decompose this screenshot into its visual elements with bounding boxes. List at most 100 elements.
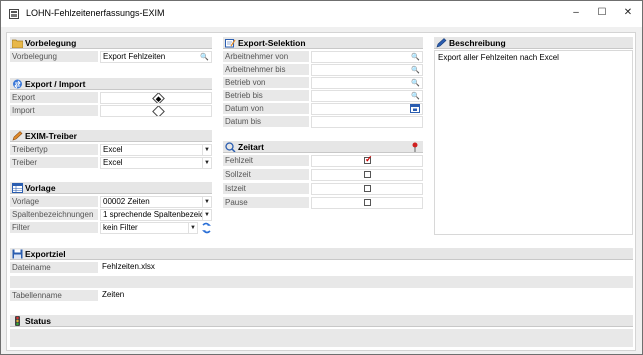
chevron-down-icon[interactable]: ▼ xyxy=(202,158,211,168)
selektion-row: Arbeitnehmer bis 🔍 xyxy=(223,64,423,76)
search-icon[interactable]: 🔍 xyxy=(411,66,420,75)
spaltenbezeichnungen-select[interactable]: 1 sprechende Spaltenbezeid ▼ xyxy=(100,209,212,221)
zeitart-row: Sollzeit xyxy=(223,169,423,181)
filter-label: Filter xyxy=(10,222,98,234)
section-title: Status xyxy=(25,316,51,326)
tabellenname-label: Tabellenname xyxy=(10,290,98,302)
pencil-icon xyxy=(436,38,447,48)
arbeitnehmer-von-field[interactable]: 🔍 xyxy=(311,51,423,63)
transfer-icon xyxy=(13,79,22,89)
tabellenname-value: Zeiten xyxy=(102,290,125,299)
zeitart-row: Pause xyxy=(223,197,423,209)
section-header-exportziel: Exportziel xyxy=(10,247,633,260)
dateiname-value: Fehlzeiten.xlsx xyxy=(102,262,155,271)
pause-checkbox[interactable] xyxy=(364,199,371,206)
minimize-button[interactable]: – xyxy=(568,6,584,20)
treiber-row: Treiber Excel ▼ xyxy=(10,157,212,169)
pin-icon[interactable] xyxy=(411,142,419,152)
export-radio[interactable] xyxy=(152,93,165,103)
fehlzeit-checkbox[interactable] xyxy=(364,156,373,164)
save-icon xyxy=(12,249,23,259)
chevron-down-icon[interactable]: ▼ xyxy=(202,145,211,155)
section-title: Vorlage xyxy=(25,183,56,193)
section-title: Vorbelegung xyxy=(25,38,77,48)
selektion-label: Datum von xyxy=(223,103,309,115)
pencil-icon xyxy=(12,131,23,141)
beschreibung-textarea[interactable]: Export aller Fehlzeiten nach Excel xyxy=(434,50,633,235)
spaltenbezeichnungen-value: 1 sprechende Spaltenbezeid xyxy=(103,210,205,219)
selektion-label: Arbeitnehmer von xyxy=(223,51,309,63)
app-window: LOHN-Fehlzeitenerfassungs-EXIM – ☐ ✕ Vor… xyxy=(0,0,643,355)
pause-field xyxy=(311,197,423,209)
section-title: Export-Selektion xyxy=(238,38,306,48)
calendar-icon[interactable] xyxy=(410,104,420,113)
app-icon xyxy=(9,9,19,19)
search-icon[interactable]: 🔍 xyxy=(411,53,420,62)
spaltenbezeichnungen-row: Spaltenbezeichnungen 1 sprechende Spalte… xyxy=(10,209,212,221)
export-option[interactable] xyxy=(100,92,212,104)
zeitart-label: Istzeit xyxy=(223,183,309,195)
datum-bis-field[interactable] xyxy=(311,116,423,128)
selektion-row: Betrieb bis 🔍 xyxy=(223,90,423,102)
vorlage-value: 00002 Zeiten xyxy=(103,197,150,206)
selektion-row: Datum bis xyxy=(223,116,423,128)
selektion-label: Betrieb von xyxy=(223,77,309,89)
tabellenname-field[interactable]: Zeiten xyxy=(100,290,633,302)
dateiname-field[interactable]: Fehlzeiten.xlsx xyxy=(100,262,633,274)
vorbelegung-field[interactable]: Export Fehlzeiten 🔍 xyxy=(100,51,212,63)
vorbelegung-label: Vorbelegung xyxy=(10,51,98,63)
treiber-select[interactable]: Excel ▼ xyxy=(100,157,212,169)
treibertyp-select[interactable]: Excel ▼ xyxy=(100,144,212,156)
sollzeit-checkbox[interactable] xyxy=(364,171,371,178)
zeitart-label: Fehlzeit xyxy=(223,155,309,167)
spaltenbezeichnungen-label: Spaltenbezeichnungen xyxy=(10,209,98,221)
zeitart-row: Istzeit xyxy=(223,183,423,195)
selektion-row: Datum von xyxy=(223,103,423,115)
search-icon[interactable]: 🔍 xyxy=(200,53,209,62)
section-header-status: Status xyxy=(10,314,633,327)
betrieb-von-field[interactable]: 🔍 xyxy=(311,77,423,89)
import-radio[interactable] xyxy=(152,106,165,116)
chevron-down-icon[interactable]: ▼ xyxy=(188,223,197,233)
treiber-label: Treiber xyxy=(10,157,98,169)
title-bar: LOHN-Fehlzeitenerfassungs-EXIM – ☐ ✕ xyxy=(1,1,642,27)
fehlzeit-field xyxy=(311,155,423,167)
form-content: Vorbelegung Vorbelegung Export Fehlzeite… xyxy=(6,32,636,351)
datum-von-field[interactable] xyxy=(311,103,423,115)
close-button[interactable]: ✕ xyxy=(620,6,636,20)
vorbelegung-value: Export Fehlzeiten xyxy=(103,52,166,61)
chevron-down-icon[interactable]: ▼ xyxy=(202,197,211,207)
dateiname-row: Dateiname Fehlzeiten.xlsx xyxy=(10,262,633,274)
section-header-export-selektion: Export-Selektion xyxy=(223,36,423,49)
selektion-label: Arbeitnehmer bis xyxy=(223,64,309,76)
selektion-row: Betrieb von 🔍 xyxy=(223,77,423,89)
zeitart-label: Pause xyxy=(223,197,309,209)
table-icon xyxy=(12,183,23,193)
import-option[interactable] xyxy=(100,105,212,117)
window-title: LOHN-Fehlzeitenerfassungs-EXIM xyxy=(26,8,165,18)
export-label: Export xyxy=(10,92,98,104)
selektion-row: Arbeitnehmer von 🔍 xyxy=(223,51,423,63)
treibertyp-label: Treibertyp xyxy=(10,144,98,156)
vorlage-row: Vorlage 00002 Zeiten ▼ xyxy=(10,196,212,208)
selection-edit-icon xyxy=(225,39,236,48)
selektion-label: Datum bis xyxy=(223,116,309,128)
search-icon[interactable]: 🔍 xyxy=(411,79,420,88)
search-icon xyxy=(225,142,236,152)
vorlage-select[interactable]: 00002 Zeiten ▼ xyxy=(100,196,212,208)
istzeit-field xyxy=(311,183,423,195)
beschreibung-text: Export aller Fehlzeiten nach Excel xyxy=(438,53,559,62)
betrieb-bis-field[interactable]: 🔍 xyxy=(311,90,423,102)
chevron-down-icon[interactable]: ▼ xyxy=(202,210,211,220)
tabellenname-row: Tabellenname Zeiten xyxy=(10,290,633,302)
filter-select[interactable]: kein Filter ▼ xyxy=(100,222,198,234)
istzeit-checkbox[interactable] xyxy=(364,185,371,192)
filter-value: kein Filter xyxy=(103,223,138,232)
filter-edit-icon[interactable] xyxy=(201,222,212,234)
maximize-button[interactable]: ☐ xyxy=(594,6,610,20)
arbeitnehmer-bis-field[interactable]: 🔍 xyxy=(311,64,423,76)
section-header-exim-treiber: EXIM-Treiber xyxy=(10,129,212,142)
section-header-vorbelegung: Vorbelegung xyxy=(10,36,212,49)
section-title: Export / Import xyxy=(25,79,86,89)
search-icon[interactable]: 🔍 xyxy=(411,92,420,101)
